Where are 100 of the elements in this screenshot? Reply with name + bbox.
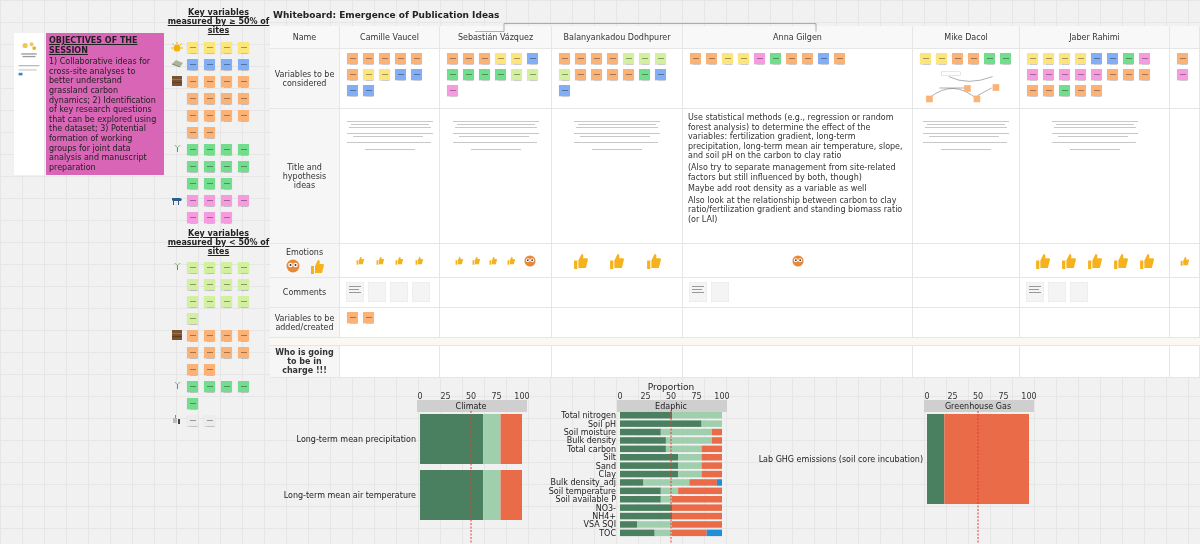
comment-note[interactable] <box>689 282 707 302</box>
sticky-note[interactable] <box>770 53 781 64</box>
sticky-note[interactable] <box>1075 85 1086 96</box>
sticky-note[interactable] <box>463 53 474 64</box>
sticky-note[interactable] <box>238 143 249 155</box>
sticky-note[interactable] <box>818 53 829 64</box>
sticky-note[interactable] <box>363 69 374 80</box>
sticky-note[interactable] <box>187 364 198 376</box>
sticky-note[interactable] <box>527 53 538 64</box>
sticky-note[interactable] <box>968 53 979 64</box>
sticky-note[interactable] <box>1000 53 1011 64</box>
sticky-note[interactable] <box>1043 53 1054 64</box>
sticky-note[interactable] <box>221 160 232 172</box>
sticky-note[interactable] <box>221 279 232 291</box>
sticky-note[interactable] <box>952 53 963 64</box>
sticky-note[interactable] <box>1177 53 1188 64</box>
sticky-note[interactable] <box>722 53 733 64</box>
sticky-note[interactable] <box>623 69 634 80</box>
sticky-note[interactable] <box>187 58 198 70</box>
sticky-note[interactable] <box>1107 53 1118 64</box>
sticky-note[interactable] <box>802 53 813 64</box>
sticky-note[interactable] <box>238 109 249 121</box>
sticky-note[interactable] <box>204 364 215 376</box>
sticky-note[interactable] <box>221 381 232 393</box>
sticky-note[interactable] <box>238 296 249 308</box>
sticky-note[interactable] <box>1139 53 1150 64</box>
sticky-note[interactable] <box>984 53 995 64</box>
sticky-note[interactable] <box>559 85 570 96</box>
sticky-note[interactable] <box>204 109 215 121</box>
sticky-note[interactable] <box>363 85 374 96</box>
sticky-note[interactable] <box>363 312 374 323</box>
sticky-note[interactable] <box>221 75 232 87</box>
sticky-note[interactable] <box>221 296 232 308</box>
sticky-note[interactable] <box>204 41 215 53</box>
sticky-note[interactable] <box>379 53 390 64</box>
sticky-note[interactable] <box>187 330 198 342</box>
sticky-note[interactable] <box>936 53 947 64</box>
sticky-note[interactable] <box>187 160 198 172</box>
sticky-note[interactable] <box>1027 69 1038 80</box>
sticky-note[interactable] <box>655 53 666 64</box>
sticky-note[interactable] <box>754 53 765 64</box>
sticky-note[interactable] <box>463 69 474 80</box>
sticky-note[interactable] <box>204 279 215 291</box>
sticky-note[interactable] <box>479 69 490 80</box>
sticky-note[interactable] <box>479 53 490 64</box>
sticky-note[interactable] <box>1043 69 1054 80</box>
sticky-note[interactable] <box>347 69 358 80</box>
sticky-note[interactable] <box>495 69 506 80</box>
sticky-note[interactable] <box>395 69 406 80</box>
sticky-note[interactable] <box>187 109 198 121</box>
sticky-note[interactable] <box>221 330 232 342</box>
sticky-note[interactable] <box>527 69 538 80</box>
sticky-note[interactable] <box>187 92 198 104</box>
sticky-note[interactable] <box>1123 53 1134 64</box>
sticky-note[interactable] <box>495 53 506 64</box>
sticky-note[interactable] <box>1123 69 1134 80</box>
sticky-note[interactable] <box>238 41 249 53</box>
sticky-note[interactable] <box>1059 85 1070 96</box>
sticky-note[interactable] <box>1091 85 1102 96</box>
sticky-note[interactable] <box>607 69 618 80</box>
sticky-note[interactable] <box>221 211 232 223</box>
sticky-note[interactable] <box>238 58 249 70</box>
sticky-note[interactable] <box>221 177 232 189</box>
sticky-note[interactable] <box>238 279 249 291</box>
sticky-note[interactable] <box>447 85 458 96</box>
sticky-note[interactable] <box>204 381 215 393</box>
sticky-note[interactable] <box>1027 53 1038 64</box>
sticky-note[interactable] <box>204 330 215 342</box>
sticky-note[interactable] <box>187 347 198 359</box>
sticky-note[interactable] <box>187 75 198 87</box>
sticky-note[interactable] <box>1177 69 1188 80</box>
sticky-note[interactable] <box>411 69 422 80</box>
sticky-note[interactable] <box>238 160 249 172</box>
sticky-note[interactable] <box>347 312 358 323</box>
sticky-note[interactable] <box>238 92 249 104</box>
sticky-note[interactable] <box>1059 69 1070 80</box>
sticky-note[interactable] <box>607 53 618 64</box>
sticky-note[interactable] <box>511 69 522 80</box>
sticky-note[interactable] <box>221 347 232 359</box>
sticky-note[interactable] <box>204 126 215 138</box>
sticky-note[interactable] <box>204 194 215 206</box>
sticky-note[interactable] <box>347 85 358 96</box>
sticky-note[interactable] <box>395 53 406 64</box>
sticky-note[interactable] <box>187 211 198 223</box>
sticky-note[interactable] <box>706 53 717 64</box>
sticky-note[interactable] <box>690 53 701 64</box>
sticky-note[interactable] <box>559 69 570 80</box>
sticky-note[interactable] <box>447 53 458 64</box>
sticky-note[interactable] <box>221 262 232 274</box>
sticky-note[interactable] <box>238 330 249 342</box>
sticky-note[interactable] <box>187 313 198 325</box>
sticky-note[interactable] <box>1027 85 1038 96</box>
sticky-note[interactable] <box>187 126 198 138</box>
sticky-note[interactable] <box>559 53 570 64</box>
sticky-note[interactable] <box>204 211 215 223</box>
sticky-note[interactable] <box>187 41 198 53</box>
sticky-note[interactable] <box>204 75 215 87</box>
sticky-note[interactable] <box>1091 69 1102 80</box>
sticky-note[interactable] <box>238 381 249 393</box>
sticky-note[interactable] <box>623 53 634 64</box>
